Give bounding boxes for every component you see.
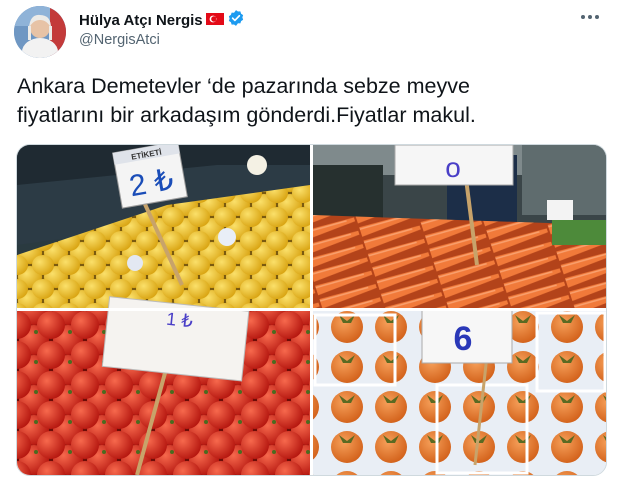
persimmon-sign-price: 6 — [454, 320, 473, 358]
lemons-photo[interactable]: ETİKETİ 2 ₺ — [17, 145, 310, 308]
author-name-row[interactable]: Hülya Atçı Nergis — [79, 9, 245, 31]
display-name[interactable]: Hülya Atçı Nergis — [79, 12, 203, 29]
more-options-icon[interactable] — [576, 6, 604, 28]
tomatoes-photo[interactable]: 1 ₺ — [17, 296, 310, 475]
author-handle[interactable]: @NergisAtci — [79, 32, 160, 48]
turkey-flag-icon — [205, 12, 224, 29]
tweet-text: Ankara Demetevler ‘de pazarında sebze me… — [17, 74, 476, 127]
persimmons-photo[interactable]: 6 — [313, 308, 606, 475]
verified-badge-icon — [227, 9, 245, 31]
avatar[interactable] — [14, 6, 66, 58]
tweet-media-grid[interactable]: ETİKETİ 2 ₺ o 1 ₺ 6 — [16, 144, 607, 476]
carrot-sign-price: o — [445, 152, 461, 183]
tomato-sign-price: 1 ₺ — [165, 309, 193, 332]
carrots-photo[interactable]: o — [313, 145, 606, 308]
